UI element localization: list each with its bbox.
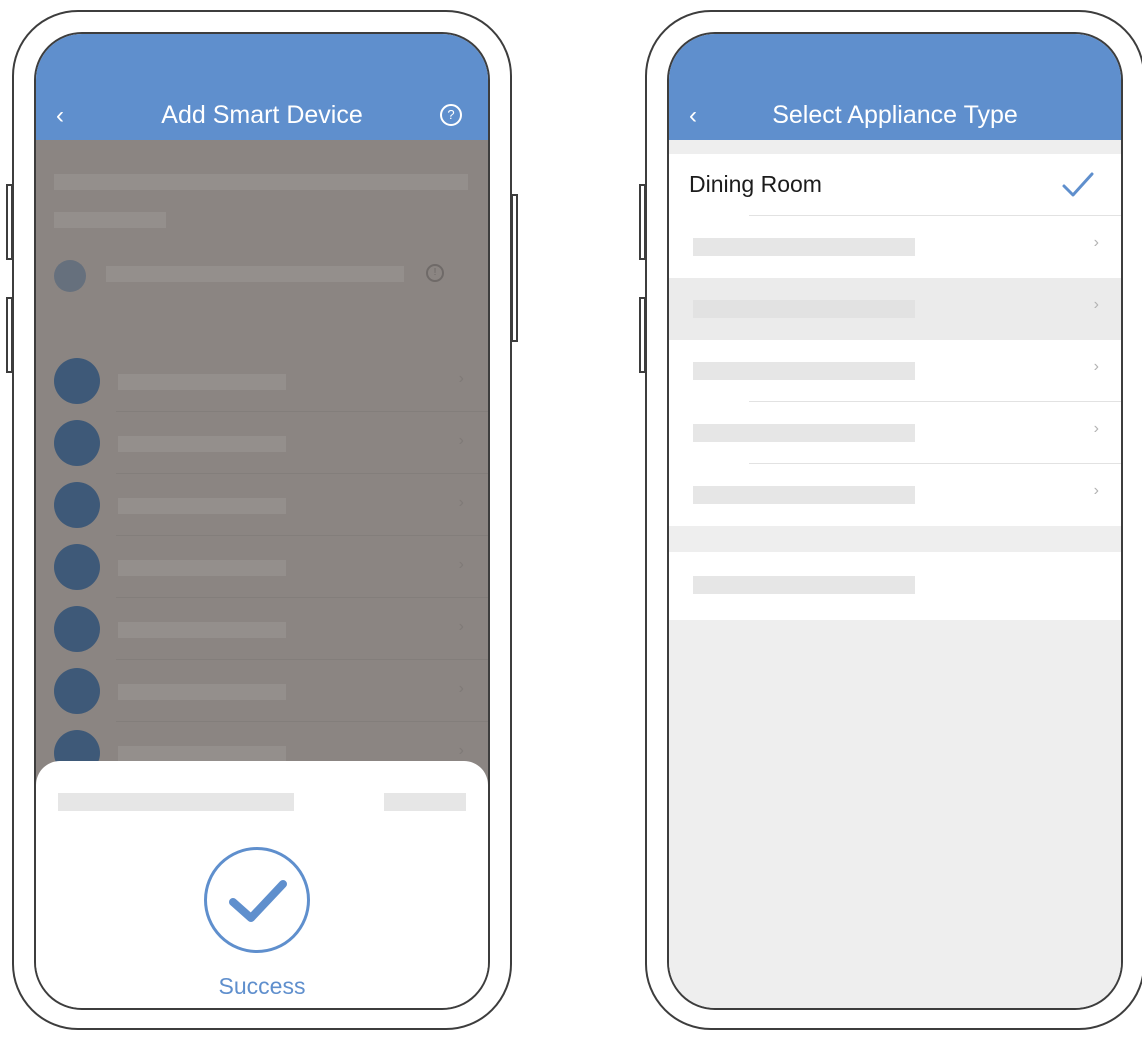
page-title: Select Appliance Type — [772, 101, 1018, 129]
phone-frame-left: ‹ Add Smart Device ? ! › › › › › › › Suc… — [6, 10, 518, 1030]
placeholder-label — [118, 436, 286, 452]
placeholder-label — [693, 576, 915, 594]
category-icon — [54, 420, 100, 466]
placeholder-label — [693, 300, 915, 318]
chevron-right-icon: › — [458, 618, 464, 635]
placeholder-label — [693, 362, 915, 380]
category-icon — [54, 544, 100, 590]
placeholder-label — [118, 746, 286, 762]
select-appliance-type-screen: ‹ Select Appliance Type Dining Room › › — [667, 32, 1123, 1010]
placeholder-label — [118, 374, 286, 390]
placeholder-label — [118, 498, 286, 514]
volume-down-button — [639, 297, 646, 373]
chevron-right-icon: › — [1093, 234, 1099, 251]
placeholder-text-line — [58, 793, 294, 811]
volume-up-button — [6, 184, 13, 260]
chevron-right-icon: › — [1093, 420, 1099, 437]
placeholder-text-line — [106, 266, 404, 282]
checkmark-icon — [1062, 172, 1094, 197]
power-button — [511, 194, 518, 342]
list-item[interactable]: › — [669, 278, 1121, 340]
row-divider — [116, 597, 488, 598]
chevron-right-icon: › — [458, 556, 464, 573]
volume-down-button — [6, 297, 13, 373]
placeholder-label — [693, 424, 915, 442]
nav-bar: ‹ Select Appliance Type — [669, 34, 1121, 140]
placeholder-label — [693, 238, 915, 256]
list-item[interactable]: › — [669, 402, 1121, 464]
placeholder-label — [693, 486, 915, 504]
chevron-right-icon: › — [458, 742, 464, 759]
nav-bar: ‹ Add Smart Device ? — [36, 34, 488, 140]
appliance-list-background: Dining Room › › › › › — [669, 140, 1121, 1008]
list-item[interactable]: › — [669, 340, 1121, 402]
chevron-right-icon: › — [1093, 296, 1099, 313]
row-divider — [116, 411, 488, 412]
placeholder-text-line — [54, 174, 468, 190]
chevron-right-icon: › — [458, 680, 464, 697]
placeholder-text-line — [54, 212, 166, 228]
row-divider — [116, 473, 488, 474]
chevron-right-icon: › — [458, 432, 464, 449]
list-item-selected[interactable]: Dining Room — [669, 154, 1121, 216]
chevron-right-icon: › — [458, 494, 464, 511]
chevron-right-icon: › — [458, 370, 464, 387]
success-check-icon — [204, 847, 310, 953]
list-item-label: Dining Room — [689, 171, 822, 197]
placeholder-label — [118, 560, 286, 576]
success-sheet: Success — [36, 761, 488, 1008]
add-smart-device-screen: ‹ Add Smart Device ? ! › › › › › › › Suc… — [34, 32, 490, 1010]
row-divider — [116, 535, 488, 536]
category-icon — [54, 358, 100, 404]
list-item[interactable] — [669, 552, 1121, 620]
help-icon[interactable]: ? — [440, 104, 462, 126]
placeholder-action[interactable] — [384, 793, 466, 811]
phone-frame-right: ‹ Select Appliance Type Dining Room › › — [639, 10, 1142, 1030]
info-icon[interactable]: ! — [426, 264, 444, 282]
row-divider — [116, 721, 488, 722]
category-icon — [54, 482, 100, 528]
chevron-right-icon: › — [1093, 482, 1099, 499]
category-icon — [54, 668, 100, 714]
page-title: Add Smart Device — [161, 101, 363, 129]
list-item[interactable]: › — [669, 464, 1121, 526]
success-label: Success — [218, 973, 306, 999]
volume-up-button — [639, 184, 646, 260]
device-scan-icon — [54, 260, 86, 292]
placeholder-label — [118, 622, 286, 638]
row-divider — [116, 659, 488, 660]
placeholder-label — [118, 684, 286, 700]
list-item[interactable]: › — [669, 216, 1121, 278]
chevron-right-icon: › — [1093, 358, 1099, 375]
category-icon — [54, 606, 100, 652]
